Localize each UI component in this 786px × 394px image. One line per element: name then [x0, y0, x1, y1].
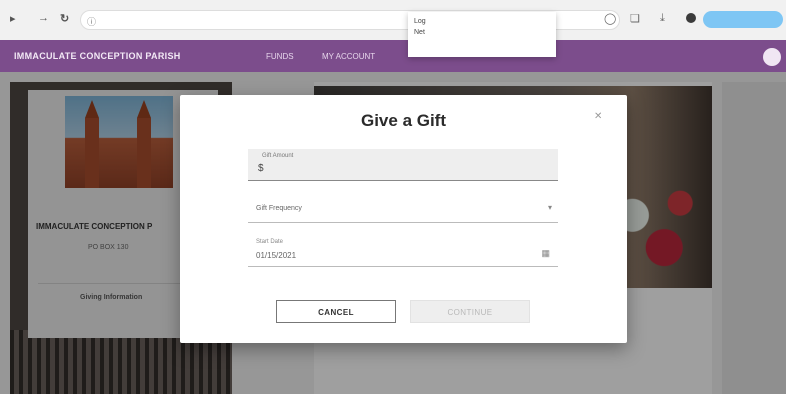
chevron-down-icon[interactable]: ▾: [548, 203, 552, 212]
extension-icon[interactable]: ◯: [604, 12, 616, 25]
start-date-label: Start Date: [256, 239, 284, 245]
continue-button[interactable]: CONTINUE: [410, 300, 530, 323]
gift-amount-field[interactable]: Gift Amount $: [248, 149, 558, 181]
calendar-icon[interactable]: ▦: [541, 248, 550, 259]
gift-amount-label: Gift Amount: [262, 153, 294, 159]
browser-profile-icon[interactable]: [686, 13, 696, 23]
forward-icon[interactable]: →: [38, 12, 49, 24]
site-info-icon[interactable]: ⓘ: [87, 15, 96, 28]
nav-my-account[interactable]: MY ACCOUNT: [322, 52, 375, 61]
gift-amount-input[interactable]: $: [258, 163, 264, 174]
parish-brand[interactable]: IMMACULATE CONCEPTION PARISH: [14, 51, 181, 61]
autocomplete-item[interactable]: [414, 38, 550, 49]
autocomplete-item[interactable]: Log: [414, 16, 550, 27]
gift-frequency-select[interactable]: Gift Frequency ▾: [248, 195, 558, 223]
cancel-button[interactable]: CANCEL: [276, 300, 396, 323]
app-header: IMMACULATE CONCEPTION PARISH FUNDS MY AC…: [0, 40, 786, 72]
start-date-field[interactable]: Start Date 01/15/2021 ▦: [248, 237, 558, 267]
tab-search-icon[interactable]: ❏: [630, 12, 640, 25]
dialog-title: Give a Gift: [360, 111, 447, 130]
start-date-input[interactable]: 01/15/2021: [256, 251, 296, 260]
close-icon[interactable]: ✕: [594, 111, 602, 122]
autocomplete-item[interactable]: Net: [414, 27, 550, 38]
download-icon[interactable]: ⤓: [660, 12, 665, 25]
browser-update-button[interactable]: [703, 11, 783, 28]
browser-toolbar: ▸ → ↻ ⓘ ◯ ❏ ⤓: [0, 0, 786, 40]
gift-frequency-placeholder: Gift Frequency: [256, 205, 302, 212]
give-gift-dialog: Give a Gift ✕ Gift Amount $ Gift Frequen…: [180, 95, 627, 343]
user-avatar[interactable]: [763, 48, 781, 66]
autocomplete-dropdown[interactable]: Log Net: [408, 12, 556, 57]
back-icon[interactable]: ▸: [10, 12, 16, 25]
nav-funds[interactable]: FUNDS: [266, 52, 294, 61]
reload-icon[interactable]: ↻: [60, 12, 69, 25]
